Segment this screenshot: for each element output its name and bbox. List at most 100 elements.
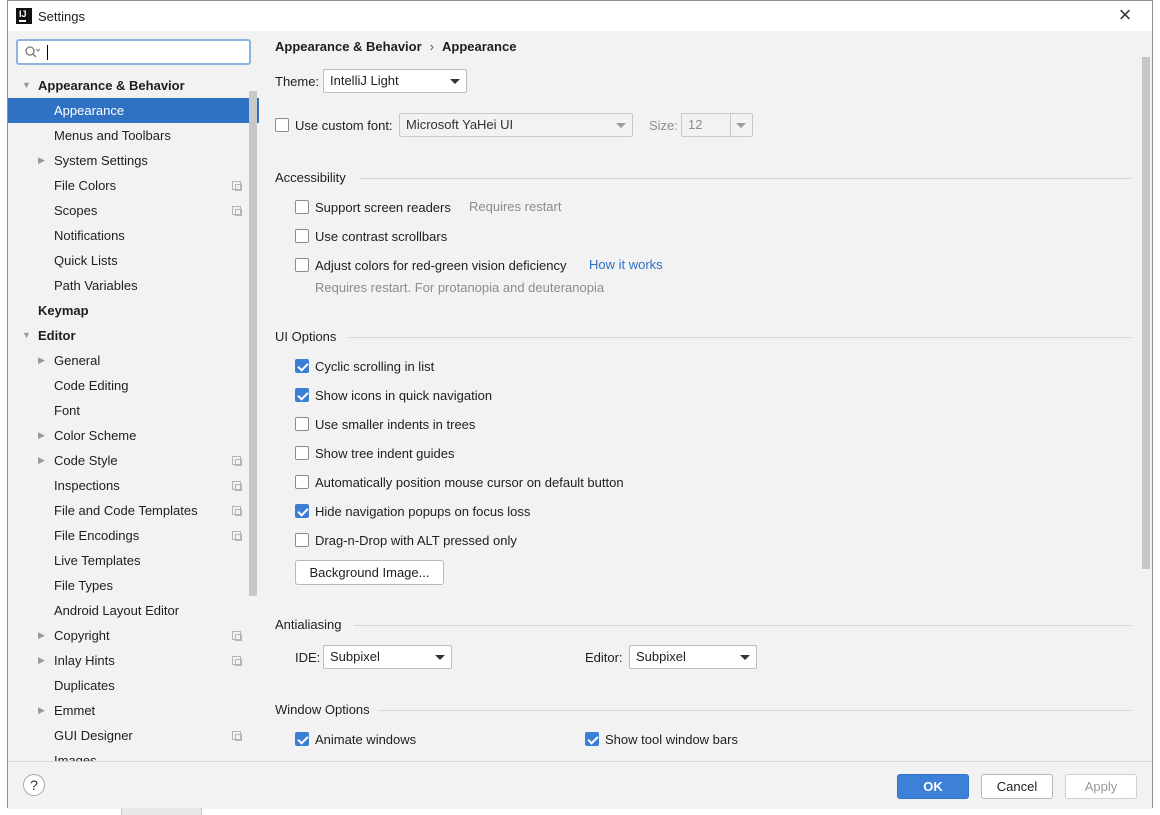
ui-option-label[interactable]: Hide navigation popups on focus loss <box>315 504 530 519</box>
ui-option-checkbox[interactable] <box>295 417 309 431</box>
size-dropdown[interactable]: 12 <box>681 113 753 137</box>
sidebar-item-images[interactable]: Images <box>8 748 259 761</box>
custom-font-checkbox[interactable] <box>275 118 289 132</box>
ui-option-label[interactable]: Automatically position mouse cursor on d… <box>315 475 624 490</box>
sidebar-item-emmet[interactable]: ▶ Emmet <box>8 698 259 723</box>
cancel-button[interactable]: Cancel <box>981 774 1053 799</box>
sidebar-item-code-editing[interactable]: Code Editing <box>8 373 259 398</box>
background-image-button[interactable]: Background Image... <box>295 560 444 585</box>
sidebar-item-appearance-behavior[interactable]: ▼ Appearance & Behavior <box>8 73 259 98</box>
ui-option-label[interactable]: Show icons in quick navigation <box>315 388 492 403</box>
sidebar-item-general[interactable]: ▶ General <box>8 348 259 373</box>
sidebar-item-label: Copyright <box>54 628 110 643</box>
content-scrollbar[interactable] <box>1142 57 1150 569</box>
sidebar-item-file-and-code-templates[interactable]: File and Code Templates <box>8 498 259 523</box>
copy-icon <box>232 731 242 741</box>
sidebar-item-editor[interactable]: ▼ Editor <box>8 323 259 348</box>
chevron-right-icon[interactable]: ▶ <box>38 623 48 648</box>
search-input[interactable] <box>46 42 246 62</box>
screen-readers-label[interactable]: Support screen readers <box>315 200 451 215</box>
sidebar-item-copyright[interactable]: ▶ Copyright <box>8 623 259 648</box>
ui-option-checkbox[interactable] <box>295 504 309 518</box>
ui-option-label[interactable]: Cyclic scrolling in list <box>315 359 434 374</box>
ide-antialiasing-dropdown[interactable]: Subpixel <box>323 645 452 669</box>
how-it-works-link[interactable]: How it works <box>589 257 663 272</box>
color-deficiency-checkbox[interactable] <box>295 258 309 272</box>
sidebar-item-color-scheme[interactable]: ▶ Color Scheme <box>8 423 259 448</box>
sidebar-item-path-variables[interactable]: Path Variables <box>8 273 259 298</box>
window-title: Settings <box>38 9 85 24</box>
animate-windows-checkbox[interactable] <box>295 732 309 746</box>
sidebar-item-inspections[interactable]: Inspections <box>8 473 259 498</box>
sidebar-item-label: Live Templates <box>54 553 141 568</box>
sidebar-item-menus-and-toolbars[interactable]: Menus and Toolbars <box>8 123 259 148</box>
sidebar-item-appearance[interactable]: Appearance <box>8 98 259 123</box>
ui-option-checkbox[interactable] <box>295 475 309 489</box>
breadcrumb-parent[interactable]: Appearance & Behavior <box>275 39 422 54</box>
close-icon[interactable]: × <box>1114 4 1136 27</box>
ui-option-checkbox[interactable] <box>295 533 309 547</box>
ui-option-checkbox[interactable] <box>295 446 309 460</box>
chevron-right-icon[interactable]: ▶ <box>38 348 48 373</box>
chevron-right-icon[interactable]: ▶ <box>38 423 48 448</box>
chevron-right-icon[interactable]: ▶ <box>38 448 48 473</box>
chevron-down-icon[interactable]: ▼ <box>22 323 32 348</box>
settings-sidebar: ▼ Appearance & Behavior Appearance Menus an… <box>8 31 259 761</box>
sidebar-item-scopes[interactable]: Scopes <box>8 198 259 223</box>
sidebar-item-label: Editor <box>38 328 76 343</box>
ui-option-label[interactable]: Drag-n-Drop with ALT pressed only <box>315 533 517 548</box>
color-deficiency-hint: Requires restart. For protanopia and deu… <box>315 280 605 295</box>
ui-option-label[interactable]: Show tree indent guides <box>315 446 454 461</box>
color-deficiency-label[interactable]: Adjust colors for red-green vision defic… <box>315 258 566 273</box>
sidebar-item-file-encodings[interactable]: File Encodings <box>8 523 259 548</box>
font-dropdown[interactable]: Microsoft YaHei UI <box>399 113 633 137</box>
contrast-scrollbars-checkbox[interactable] <box>295 229 309 243</box>
animate-windows-label[interactable]: Animate windows <box>315 732 416 747</box>
sidebar-item-gui-designer[interactable]: GUI Designer <box>8 723 259 748</box>
show-tool-window-bars-label[interactable]: Show tool window bars <box>605 732 738 747</box>
sidebar-item-duplicates[interactable]: Duplicates <box>8 673 259 698</box>
sidebar-item-label: Menus and Toolbars <box>54 128 171 143</box>
chevron-right-icon[interactable]: ▶ <box>38 648 48 673</box>
apply-button[interactable]: Apply <box>1065 774 1137 799</box>
text-caret <box>47 45 48 60</box>
section-divider <box>379 710 1131 711</box>
section-divider <box>349 337 1131 338</box>
sidebar-item-file-types[interactable]: File Types <box>8 573 259 598</box>
chevron-right-icon[interactable]: ▶ <box>38 148 48 173</box>
sidebar-item-system-settings[interactable]: ▶ System Settings <box>8 148 259 173</box>
sidebar-scrollbar[interactable] <box>249 91 257 596</box>
sidebar-item-keymap[interactable]: Keymap <box>8 298 259 323</box>
ui-option-label[interactable]: Use smaller indents in trees <box>315 417 475 432</box>
copy-icon <box>232 181 242 191</box>
custom-font-label[interactable]: Use custom font: <box>295 118 393 133</box>
sidebar-item-label: Color Scheme <box>54 428 137 443</box>
section-divider <box>354 625 1131 626</box>
theme-dropdown[interactable]: IntelliJ Light <box>323 69 467 93</box>
sidebar-item-quick-lists[interactable]: Quick Lists <box>8 248 259 273</box>
sidebar-item-code-style[interactable]: ▶ Code Style <box>8 448 259 473</box>
ui-options-section-title: UI Options <box>275 329 337 344</box>
search-icon[interactable] <box>24 45 41 59</box>
sidebar-item-file-colors[interactable]: File Colors <box>8 173 259 198</box>
search-box[interactable] <box>16 39 251 65</box>
help-button[interactable]: ? <box>23 774 45 796</box>
contrast-scrollbars-label[interactable]: Use contrast scrollbars <box>315 229 447 244</box>
sidebar-item-inlay-hints[interactable]: ▶ Inlay Hints <box>8 648 259 673</box>
app-icon-text: IJ <box>19 9 27 19</box>
ok-button[interactable]: OK <box>897 774 969 799</box>
show-tool-window-bars-checkbox[interactable] <box>585 732 599 746</box>
sidebar-item-font[interactable]: Font <box>8 398 259 423</box>
dropdown-arrow-icon <box>740 655 750 660</box>
chevron-down-icon[interactable]: ▼ <box>22 73 32 98</box>
screen-readers-checkbox[interactable] <box>295 200 309 214</box>
sidebar-item-label: Font <box>54 403 81 418</box>
ui-option-checkbox[interactable] <box>295 388 309 402</box>
ui-option-checkbox[interactable] <box>295 359 309 373</box>
sidebar-item-live-templates[interactable]: Live Templates <box>8 548 259 573</box>
sidebar-item-notifications[interactable]: Notifications <box>8 223 259 248</box>
sidebar-item-android-layout-editor[interactable]: Android Layout Editor <box>8 598 259 623</box>
ide-antialiasing-value: Subpixel <box>330 649 380 664</box>
editor-antialiasing-dropdown[interactable]: Subpixel <box>629 645 757 669</box>
chevron-right-icon[interactable]: ▶ <box>38 698 48 723</box>
